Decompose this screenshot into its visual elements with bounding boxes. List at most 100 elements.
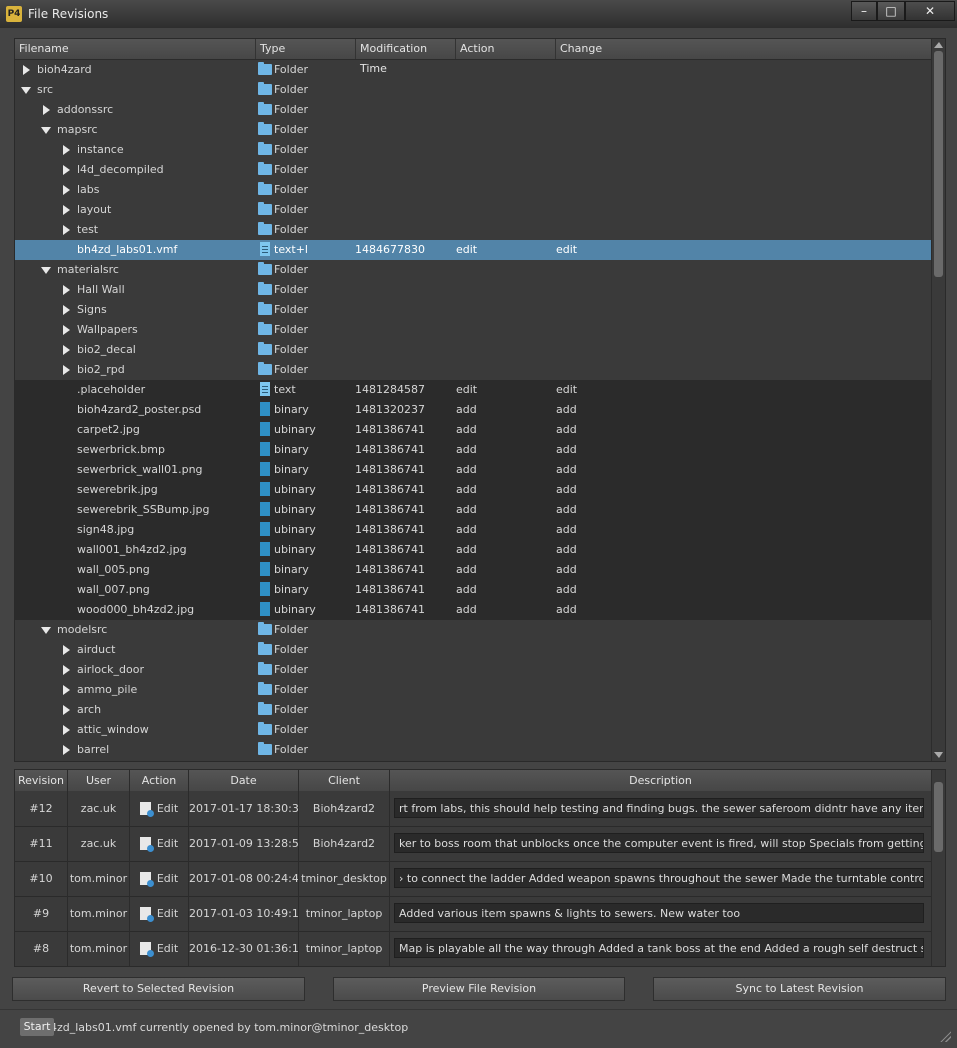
expanded-arrow-icon[interactable] — [41, 260, 51, 280]
tree-row[interactable]: labs Folder — [15, 180, 931, 200]
collapsed-arrow-icon[interactable] — [61, 140, 71, 160]
tree-row[interactable]: .placeholder text 1481284587 edit edit — [15, 380, 931, 400]
collapsed-arrow-icon[interactable] — [61, 680, 71, 700]
file-type: binary — [274, 583, 309, 596]
collapsed-arrow-icon[interactable] — [61, 640, 71, 660]
tree-row[interactable]: wall_005.png binary 1481386741 add add — [15, 560, 931, 580]
tree-row[interactable]: mapsrc Folder — [15, 120, 931, 140]
column-client[interactable]: Client — [299, 770, 390, 791]
tree-row[interactable]: Signs Folder — [15, 300, 931, 320]
file-time: 1481320237 — [355, 403, 425, 416]
tree-row[interactable]: src Folder — [15, 80, 931, 100]
tree-row[interactable]: bh4zd_labs01.vmf text+l 1484677830 edit edit — [15, 240, 931, 260]
tree-row[interactable]: layout Folder — [15, 200, 931, 220]
expanded-arrow-icon[interactable] — [41, 620, 51, 640]
revision-description[interactable]: Map is playable all the way through Adde… — [394, 938, 924, 958]
revision-description[interactable]: › to connect the ladder Added weapon spa… — [394, 868, 924, 888]
tree-row[interactable]: arch Folder — [15, 700, 931, 720]
scroll-down-arrow-icon[interactable] — [934, 752, 943, 758]
collapsed-arrow-icon[interactable] — [61, 280, 71, 300]
tree-row[interactable]: bio2_rpd Folder — [15, 360, 931, 380]
collapsed-arrow-icon[interactable] — [61, 740, 71, 760]
tree-row[interactable]: Hall Wall Folder — [15, 280, 931, 300]
column-change[interactable]: Change — [556, 39, 931, 59]
expanded-arrow-icon[interactable] — [41, 120, 51, 140]
collapsed-arrow-icon[interactable] — [61, 180, 71, 200]
sync-button[interactable]: Sync to Latest Revision — [653, 977, 946, 1001]
column-type[interactable]: Type — [256, 39, 356, 59]
collapsed-arrow-icon[interactable] — [61, 160, 71, 180]
tree-row[interactable]: sign48.jpg ubinary 1481386741 add add — [15, 520, 931, 540]
tree-row[interactable]: wall_007.png binary 1481386741 add add — [15, 580, 931, 600]
close-button[interactable]: ✕ — [905, 1, 955, 21]
column-action[interactable]: Action — [456, 39, 556, 59]
tree-row[interactable]: wall001_bh4zd2.jpg ubinary 1481386741 add ad… — [15, 540, 931, 560]
revision-row[interactable]: #12 zac.uk Edit 2017-01-17 18:30:30 Bioh4zar… — [15, 791, 931, 827]
tree-row[interactable]: l4d_decompiled Folder — [15, 160, 931, 180]
column-action[interactable]: Action — [130, 770, 189, 791]
column-description[interactable]: Description — [390, 770, 931, 791]
column-filename[interactable]: Filename — [15, 39, 256, 59]
collapsed-arrow-icon[interactable] — [61, 700, 71, 720]
revision-row[interactable]: #11 zac.uk Edit 2017-01-09 13:28:56 Bioh4zar… — [15, 826, 931, 862]
tree-row[interactable]: instance Folder — [15, 140, 931, 160]
collapsed-arrow-icon[interactable] — [61, 340, 71, 360]
column-user[interactable]: User — [68, 770, 130, 791]
revision-description[interactable]: Added various item spawns & lights to se… — [394, 903, 924, 923]
revision-description[interactable]: rt from labs, this should help testing a… — [394, 798, 924, 818]
tree-row[interactable]: sewerbrick_wall01.png binary 1481386741 add… — [15, 460, 931, 480]
column-modification-time[interactable]: Modification Time — [356, 39, 456, 75]
revision-row[interactable]: #10 tom.minor Edit 2017-01-08 00:24:46 tmino… — [15, 861, 931, 897]
tree-row[interactable]: sewerebrik.jpg ubinary 1481386741 add add — [15, 480, 931, 500]
tree-row[interactable]: airlock_door Folder — [15, 660, 931, 680]
revert-button[interactable]: Revert to Selected Revision — [12, 977, 305, 1001]
tree-row[interactable]: bio2_decal Folder — [15, 340, 931, 360]
expanded-arrow-icon[interactable] — [21, 80, 31, 100]
column-revision[interactable]: Revision — [15, 770, 68, 791]
collapsed-arrow-icon[interactable] — [61, 200, 71, 220]
tree-row[interactable]: airduct Folder — [15, 640, 931, 660]
folder-icon — [258, 162, 272, 175]
collapsed-arrow-icon[interactable] — [61, 720, 71, 740]
column-date[interactable]: Date — [189, 770, 299, 791]
tree-row[interactable]: attic_window Folder — [15, 720, 931, 740]
tree-row[interactable]: bioh4zard2_poster.psd binary 1481320237 add… — [15, 400, 931, 420]
tree-row[interactable]: wood000_bh4zd2.jpg ubinary 1481386741 add ad… — [15, 600, 931, 620]
maximize-button[interactable]: □ — [877, 1, 905, 21]
tree-row[interactable]: ammo_pile Folder — [15, 680, 931, 700]
revision-description[interactable]: ker to boss room that unblocks once the … — [394, 833, 924, 853]
start-button[interactable]: Start — [20, 1018, 54, 1036]
tree-row[interactable]: materialsrc Folder — [15, 260, 931, 280]
revision-user: tom.minor — [68, 931, 130, 966]
tree-row[interactable]: bioh4zard Folder — [15, 60, 931, 80]
tree-row[interactable]: barrel Folder — [15, 740, 931, 760]
resize-grip-icon[interactable] — [939, 1030, 951, 1042]
collapsed-arrow-icon[interactable] — [61, 660, 71, 680]
folder-icon — [258, 622, 272, 635]
revision-row[interactable]: #8 tom.minor Edit 2016-12-30 01:36:15 tminor… — [15, 931, 931, 966]
tree-row[interactable]: carpet2.jpg ubinary 1481386741 add add — [15, 420, 931, 440]
revision-scrollbar[interactable] — [931, 770, 945, 966]
collapsed-arrow-icon[interactable] — [61, 360, 71, 380]
tree-row[interactable]: modelsrc Folder — [15, 620, 931, 640]
collapsed-arrow-icon[interactable] — [21, 60, 31, 80]
tree-row[interactable]: test Folder — [15, 220, 931, 240]
tree-row[interactable]: addonssrc Folder — [15, 100, 931, 120]
tree-row[interactable]: sewerbrick.bmp binary 1481386741 add add — [15, 440, 931, 460]
scroll-thumb[interactable] — [934, 51, 943, 277]
scroll-thumb[interactable] — [934, 782, 943, 852]
collapsed-arrow-icon[interactable] — [61, 220, 71, 240]
collapsed-arrow-icon[interactable] — [61, 300, 71, 320]
binary-file-icon — [260, 522, 270, 536]
scroll-up-arrow-icon[interactable] — [934, 42, 943, 48]
tree-row[interactable]: Wallpapers Folder — [15, 320, 931, 340]
binary-file-icon — [260, 562, 270, 576]
minimize-button[interactable]: – — [851, 1, 877, 21]
revision-row[interactable]: #9 tom.minor Edit 2017-01-03 10:49:11 tminor… — [15, 896, 931, 932]
preview-button[interactable]: Preview File Revision — [333, 977, 625, 1001]
collapsed-arrow-icon[interactable] — [61, 320, 71, 340]
tree-row[interactable]: sewerebrik_SSBump.jpg ubinary 1481386741 ad… — [15, 500, 931, 520]
file-type: Folder — [274, 623, 308, 636]
collapsed-arrow-icon[interactable] — [41, 100, 51, 120]
tree-scrollbar[interactable] — [931, 39, 945, 761]
